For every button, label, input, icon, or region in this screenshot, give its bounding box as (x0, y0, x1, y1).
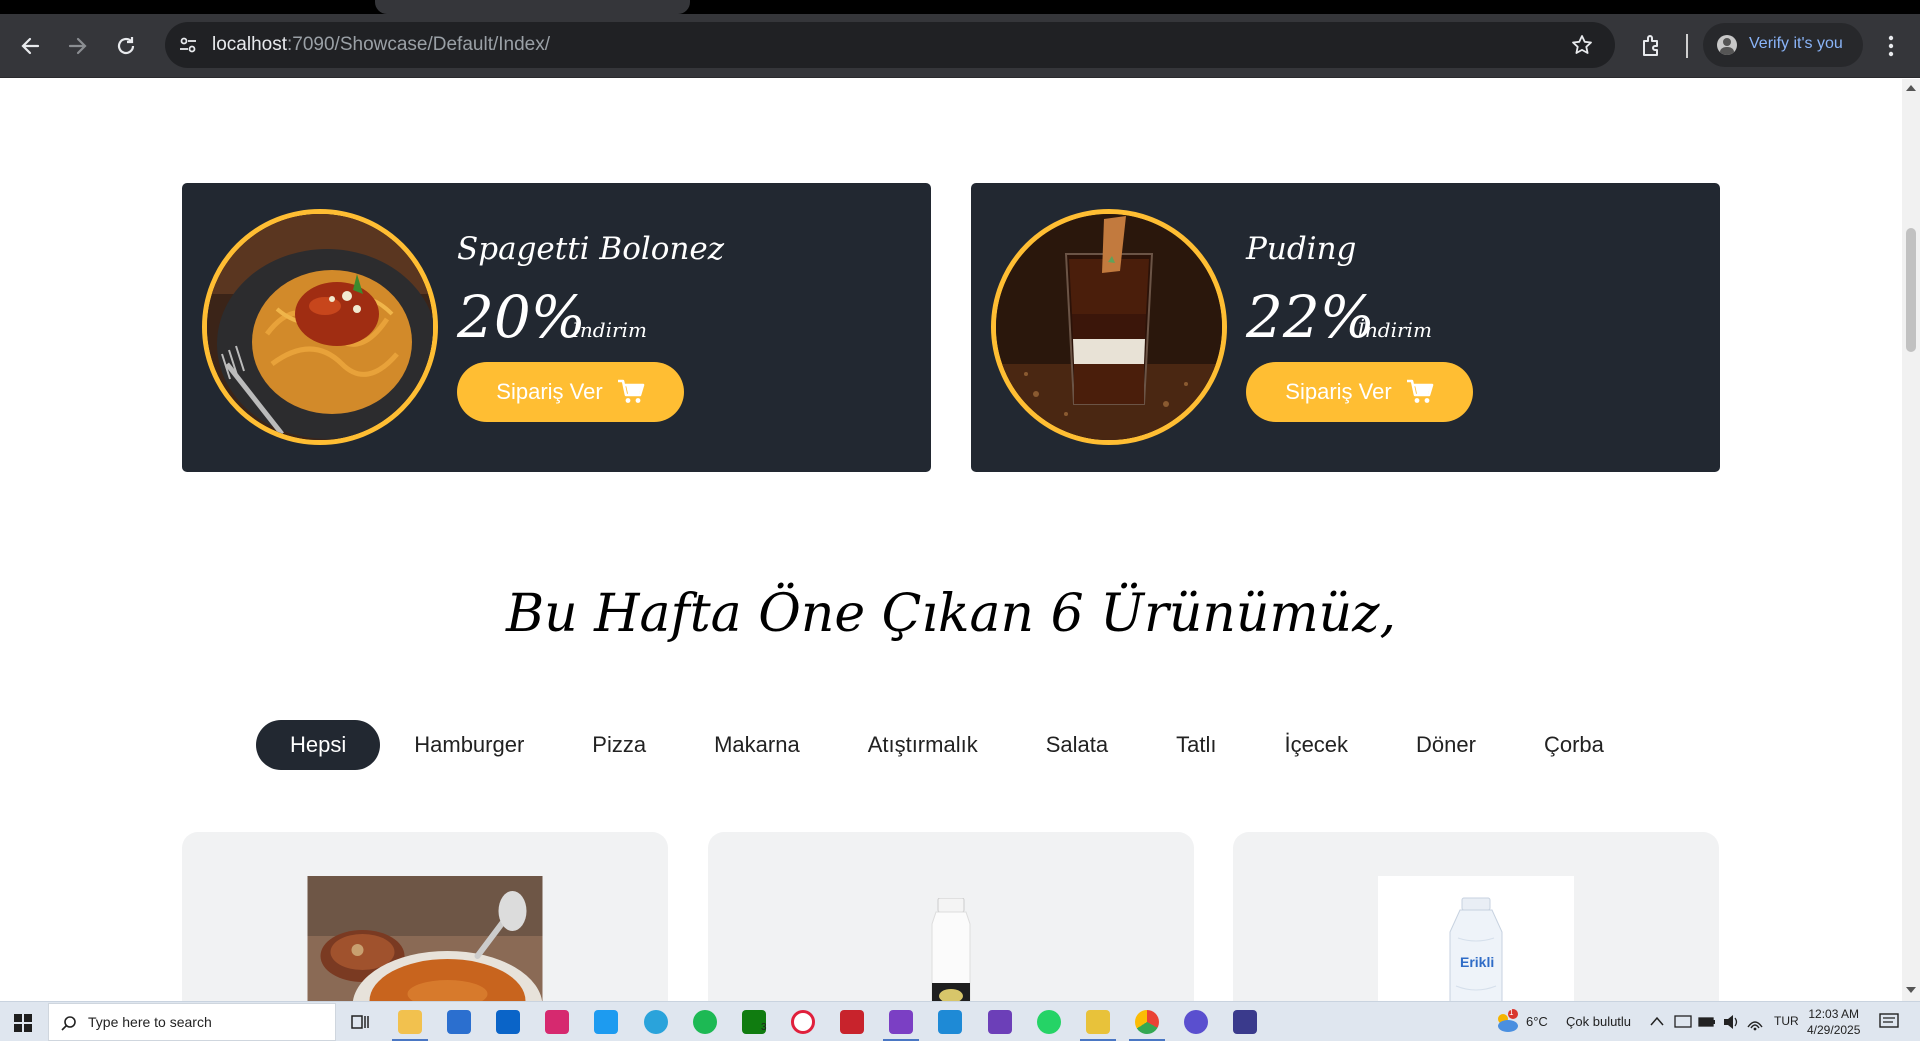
battery-icon[interactable] (1698, 1015, 1716, 1029)
snipping-tool-icon[interactable] (840, 1010, 864, 1034)
clock-date: 4/29/2025 (1807, 1023, 1861, 1037)
product-image-water: Erikli (1378, 876, 1574, 1001)
arrow-left-icon (21, 37, 40, 55)
whatsapp-icon[interactable] (1037, 1010, 1061, 1034)
visual-studio-2-icon[interactable] (988, 1010, 1012, 1034)
section-heading: Bu Hafta Öne Çıkan 6 Ürünümüz, (505, 584, 1397, 644)
forward-button[interactable] (62, 30, 94, 62)
weather-badge: 1 (1509, 1008, 1514, 1017)
clock-time: 12:03 AM (1808, 1007, 1860, 1021)
chrome-icon[interactable] (1135, 1010, 1159, 1034)
outlook-icon[interactable] (496, 1010, 520, 1034)
instagram-icon[interactable] (545, 1010, 569, 1034)
filter-hamburger[interactable]: Hamburger (380, 720, 558, 770)
chevron-up-icon[interactable] (1650, 1016, 1664, 1026)
filter-snacks[interactable]: Atıştırmalık (834, 720, 1012, 770)
file-explorer-icon[interactable] (398, 1010, 422, 1034)
telegram-icon[interactable] (644, 1010, 668, 1034)
reload-button[interactable] (110, 30, 142, 62)
vscode-icon[interactable] (938, 1010, 962, 1034)
visual-studio-icon[interactable] (889, 1010, 913, 1034)
browser-app-icon[interactable] (1184, 1010, 1208, 1034)
filter-salad[interactable]: Salata (1012, 720, 1142, 770)
browser-toolbar: localhost:7090/Showcase/Default/Index/ V… (0, 14, 1920, 78)
filter-doner[interactable]: Döner (1382, 720, 1510, 770)
scroll-up-arrow-icon[interactable] (1906, 85, 1916, 91)
twitter-icon[interactable] (594, 1010, 618, 1034)
offer-discount-label: İndirim (572, 318, 647, 342)
windows-start-icon[interactable] (14, 1014, 32, 1032)
offer-title: Puding (1246, 231, 1357, 267)
back-button[interactable] (14, 30, 46, 62)
product-image-ayran (916, 897, 986, 1001)
product-card[interactable] (708, 832, 1194, 1001)
filter-dessert[interactable]: Tatlı (1142, 720, 1250, 770)
order-button[interactable]: Sipariş Ver (1246, 362, 1473, 422)
url-host: localhost (212, 34, 287, 55)
filter-all[interactable]: Hepsi (256, 720, 381, 770)
filter-drinks[interactable]: İçecek (1250, 720, 1382, 770)
offer-title: Spagetti Bolonez (457, 231, 725, 267)
site-settings-icon[interactable] (178, 35, 198, 55)
scrollbar-thumb[interactable] (1906, 228, 1916, 352)
input-language[interactable]: TUR (1774, 1014, 1799, 1028)
offer-card: Puding 22% İndirim Sipariş Ver (971, 183, 1720, 472)
product-image-soup (307, 876, 543, 1001)
terminal-icon[interactable] (1233, 1010, 1257, 1034)
filter-pasta[interactable]: Makarna (680, 720, 834, 770)
offer-discount-label: İndirim (1357, 318, 1432, 342)
weather-description: Çok bulutlu (1566, 1014, 1632, 1029)
extensions-icon[interactable] (1639, 33, 1665, 59)
offer-percent: 22% (1246, 283, 1375, 351)
profile-button[interactable]: Verify it's you (1703, 23, 1863, 67)
category-filter-bar: Hepsi Hamburger Pizza Makarna Atıştırmal… (256, 720, 1638, 770)
url-text: localhost:7090/Showcase/Default/Index/ (212, 34, 550, 56)
offer-image-spaghetti (202, 209, 438, 445)
notifications-icon[interactable] (1879, 1013, 1899, 1031)
scroll-down-arrow-icon[interactable] (1906, 987, 1916, 993)
spotify-icon[interactable] (693, 1010, 717, 1034)
opera-icon[interactable] (791, 1010, 815, 1034)
address-bar[interactable]: localhost:7090/Showcase/Default/Index/ (165, 22, 1615, 68)
filter-soup[interactable]: Çorba (1510, 720, 1638, 770)
search-icon (61, 1016, 76, 1031)
task-view-icon[interactable] (348, 1010, 372, 1034)
shopping-cart-icon (1406, 379, 1433, 403)
kebab-menu-icon[interactable] (1880, 34, 1902, 58)
order-button[interactable]: Sipariş Ver (457, 362, 684, 422)
system-clock[interactable]: 12:03 AM 4/29/2025 (1807, 1006, 1860, 1038)
order-button-label: Sipariş Ver (1285, 379, 1392, 404)
microsoft-store-icon[interactable] (447, 1010, 471, 1034)
offer-card: Spagetti Bolonez 20% İndirim Sipariş Ver (182, 183, 931, 472)
page-scrollbar[interactable] (1902, 79, 1920, 1001)
active-tab[interactable] (375, 0, 690, 14)
avatar (1717, 35, 1737, 55)
reload-icon (117, 37, 135, 55)
taskbar-search-placeholder: Type here to search (88, 1014, 212, 1030)
offer-percent: 20% (457, 283, 586, 351)
order-button-label: Sipariş Ver (496, 379, 603, 404)
taskbar-search[interactable]: Type here to search (48, 1003, 336, 1041)
bookmark-star-icon[interactable] (1571, 34, 1593, 56)
wifi-icon[interactable] (1746, 1013, 1764, 1031)
tab-strip (0, 0, 1920, 14)
arrow-right-icon (68, 37, 87, 55)
profile-label: Verify it's you (1749, 35, 1843, 52)
product-card[interactable] (182, 832, 668, 1001)
offer-image-pudding (991, 209, 1227, 445)
xbox-badge: 3 (761, 1022, 767, 1033)
product-card[interactable]: Erikli (1233, 832, 1719, 1001)
shopping-cart-icon (617, 379, 644, 403)
product-brand-label: Erikli (1460, 954, 1495, 970)
page-viewport: Spagetti Bolonez 20% İndirim Sipariş Ver (0, 79, 1902, 1001)
url-path: :7090/Showcase/Default/Index/ (287, 34, 551, 55)
weather-temperature: 6°C (1526, 1014, 1548, 1029)
toolbar-divider (1686, 34, 1688, 58)
network-adapter-icon[interactable] (1674, 1014, 1692, 1030)
volume-icon[interactable] (1722, 1013, 1740, 1031)
paint-tool-icon[interactable] (1086, 1010, 1110, 1034)
windows-taskbar: Type here to search 3 1 6°C Çok bulutlu … (0, 1001, 1920, 1041)
filter-pizza[interactable]: Pizza (558, 720, 680, 770)
